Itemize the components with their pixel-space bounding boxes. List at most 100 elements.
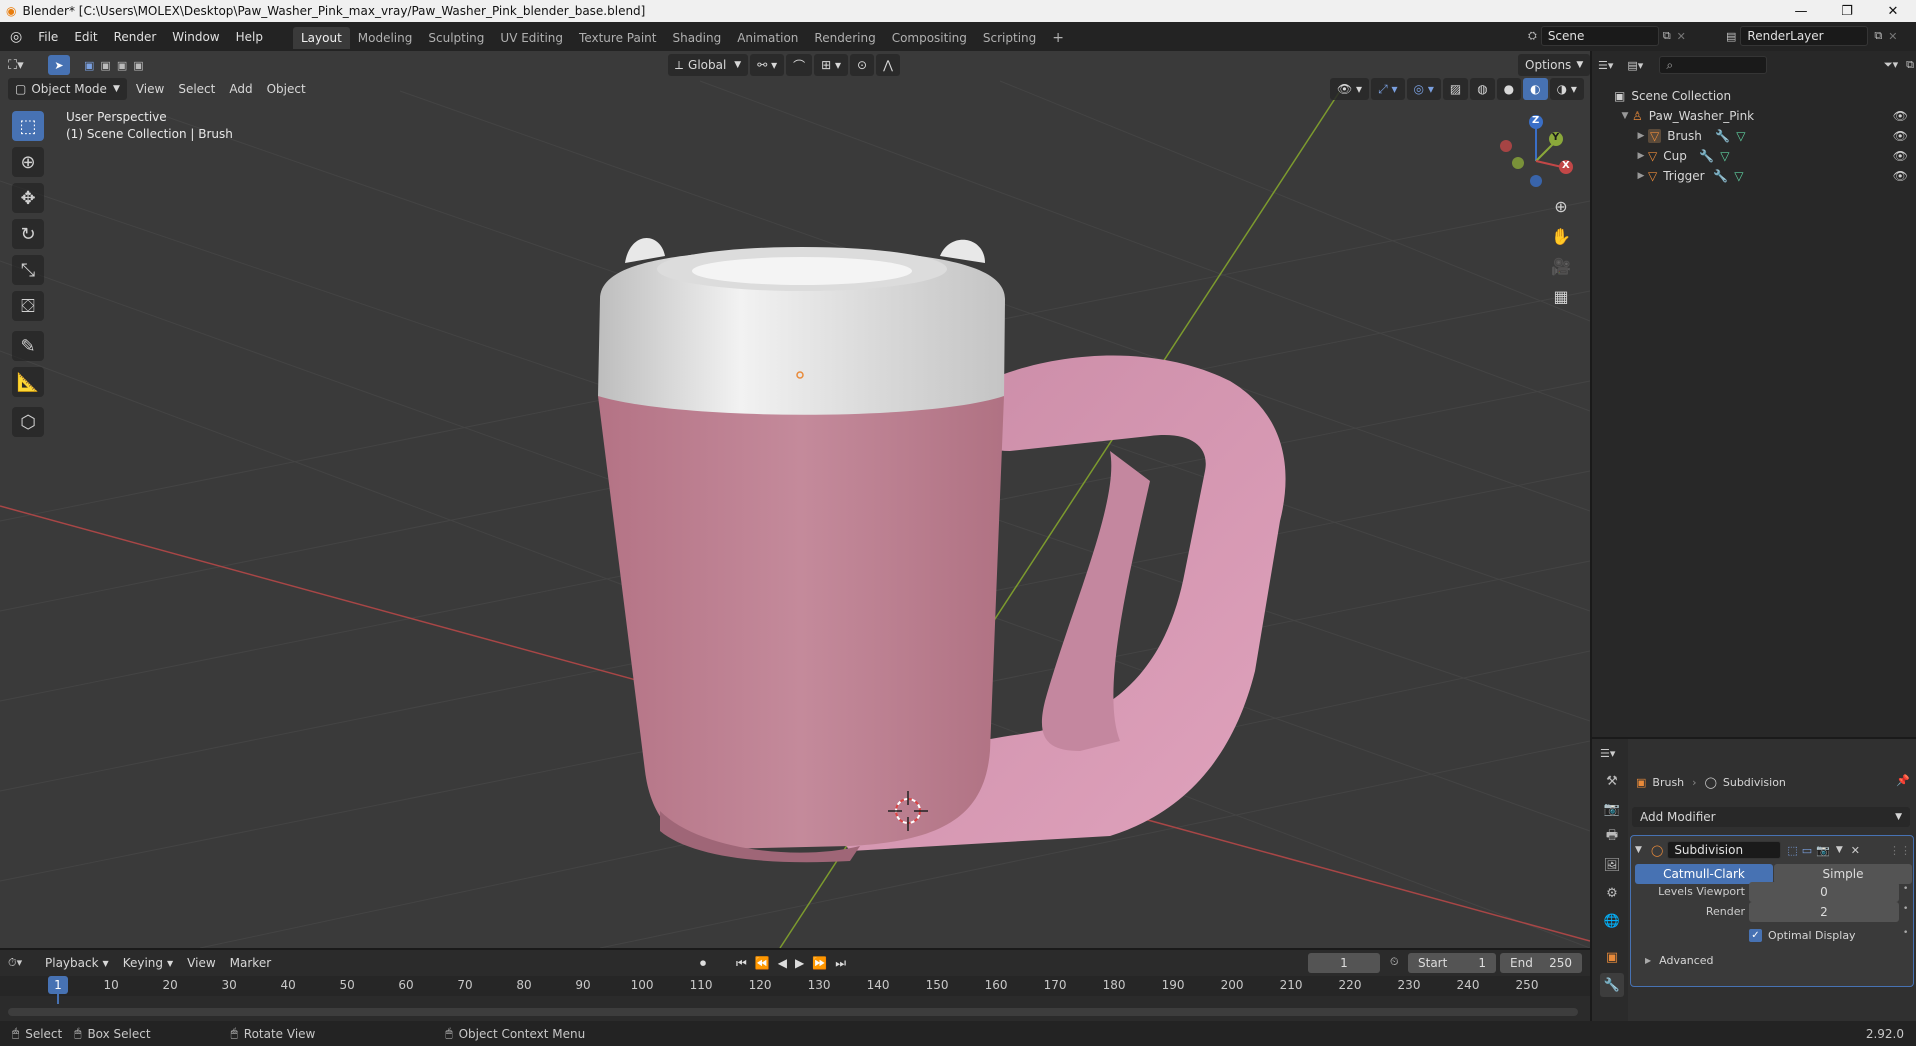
overlay-toggle-icon[interactable]: ◎ ▾ [1406,78,1441,100]
expand-down-icon[interactable]: ▼ [1618,111,1632,121]
delete-scene-icon[interactable]: ✕ [1677,30,1686,43]
zoom-icon[interactable]: ⊕ [1548,193,1574,219]
tab-rendering[interactable]: Rendering [806,27,883,49]
edit-mode-toggle-icon[interactable]: ⬚ [1787,844,1797,857]
visibility-eye-icon[interactable]: 👁 [1893,109,1908,123]
catmull-clark-button[interactable]: Catmull-Clark [1635,864,1773,884]
current-frame-field[interactable]: 1 [1308,953,1380,973]
visibility-icon[interactable]: 👁 ▾ [1330,78,1370,100]
render-tab-icon[interactable]: 📷 [1600,797,1624,821]
outliner-collection-row[interactable]: ▼ ♙ Paw_Washer_Pink 👁 [1592,106,1916,126]
modifier-options-icon[interactable]: ▼ [1836,845,1843,855]
drag-handle-icon[interactable]: ⋮⋮ [1889,844,1911,857]
blender-menu-icon[interactable]: ◎ [0,29,30,45]
renderlayer-icon[interactable]: ▤ [1726,30,1736,43]
keyframe-dot-icon[interactable]: • [1903,884,1908,894]
new-renderlayer-icon[interactable]: ⧉ [1874,29,1882,43]
shading-wireframe-icon[interactable]: ◍ [1470,78,1495,100]
snap-toggle[interactable]: ⌒ [786,54,813,76]
optimal-display-checkbox-row[interactable]: ✓ Optimal Display [1749,926,1856,944]
tool-move[interactable]: ✥ [12,183,44,213]
end-frame-field[interactable]: End 250 [1500,953,1582,973]
viewport-menu-view[interactable]: View [129,78,171,100]
tab-animation[interactable]: Animation [729,27,806,49]
jump-keyframe-forward-icon[interactable]: ⏩ [812,956,827,970]
optimal-display-checkbox[interactable]: ✓ [1749,928,1762,942]
outliner-scene-collection[interactable]: ▣ Scene Collection [1592,86,1916,106]
tab-sculpting[interactable]: Sculpting [420,27,492,49]
shading-material-icon[interactable]: ◐ [1523,78,1548,100]
output-tab-icon[interactable]: 🖶 [1600,825,1624,849]
viewport-menu-object[interactable]: Object [260,78,313,100]
timeline-menu-playback[interactable]: Playback ▼ [38,952,116,974]
menu-window[interactable]: Window [164,22,227,51]
shading-solid-icon[interactable]: ● [1496,78,1522,100]
scene-name-field[interactable]: Scene [1540,26,1659,46]
play-reverse-icon[interactable]: ◀ [778,956,787,970]
render-levels-field[interactable]: 2 [1749,902,1899,922]
select-mode-subtract-icon[interactable]: ▣ [117,59,127,72]
expand-right-icon[interactable]: ▶ [1634,171,1648,181]
expand-right-icon[interactable]: ▶ [1634,151,1648,161]
pan-hand-icon[interactable]: ✋ [1548,223,1574,249]
tool-add-cube[interactable]: ⬡ [12,407,44,437]
visibility-eye-icon[interactable]: 👁 [1893,129,1908,143]
timeline-menu-view[interactable]: View [180,952,222,974]
tab-shading[interactable]: Shading [664,27,729,49]
xray-toggle-icon[interactable]: ▨ [1442,78,1469,100]
gizmo-x-label[interactable]: X [1562,160,1570,171]
viewport-menu-add[interactable]: Add [222,78,259,100]
restore-button[interactable]: ❐ [1824,0,1870,22]
shading-rendered-icon[interactable]: ◑ ▾ [1549,78,1584,100]
snap-target-dropdown[interactable]: ⊞ ▾ [814,54,849,76]
transform-orientation-dropdown[interactable]: ⟂ Global ▼ [668,54,749,76]
display-mode-icon[interactable]: ▤▾ [1627,59,1643,72]
menu-file[interactable]: File [30,22,66,51]
new-collection-icon[interactable]: ⧉ [1906,58,1914,72]
visibility-eye-icon[interactable]: 👁 [1893,169,1908,183]
remove-modifier-icon[interactable]: ✕ [1851,844,1860,857]
pin-icon[interactable]: 📌 [1896,774,1910,787]
tab-compositing[interactable]: Compositing [884,27,975,49]
select-mode-extend-icon[interactable]: ▣ [100,59,110,72]
expand-right-icon[interactable]: ▶ [1634,131,1648,141]
camera-view-icon[interactable]: 🎥 [1548,253,1574,279]
menu-help[interactable]: Help [228,22,271,51]
properties-editor-type-icon[interactable]: ☰▾ [1600,747,1615,760]
tool-annotate[interactable]: ✎ [12,331,44,361]
modifier-tab-icon[interactable]: 🔧 [1600,973,1624,997]
start-frame-field[interactable]: Start 1 [1408,953,1496,973]
viewport-canvas[interactable] [0,51,1590,948]
preview-range-icon[interactable]: ⏲ [1390,955,1399,969]
ortho-toggle-icon[interactable]: ▦ [1548,283,1574,309]
gizmo-toggle-icon[interactable]: ⤢ ▾ [1371,78,1405,100]
close-window-button[interactable]: ✕ [1870,0,1916,22]
scene-icon[interactable]: ⛭ [1528,29,1537,43]
timeline-editor-type-icon[interactable]: ⏱▾ [8,956,38,970]
tool-select-box[interactable]: ⬚ [12,111,44,141]
jump-keyframe-back-icon[interactable]: ⏪ [755,956,770,970]
jump-start-icon[interactable]: ⏮ [736,956,747,971]
timeline-scrollbar[interactable] [8,1008,1578,1016]
gizmo-z-label[interactable]: Z [1532,115,1539,126]
view-layer-tab-icon[interactable]: 🖼 [1600,853,1624,877]
tab-layout[interactable]: Layout [292,27,350,49]
world-tab-icon[interactable]: 🌐 [1600,909,1624,933]
tool-scale[interactable]: ⤡ [12,255,44,285]
keyframe-dot-icon[interactable]: • [1903,928,1908,938]
visibility-eye-icon[interactable]: 👁 [1893,149,1908,163]
outliner-object-trigger[interactable]: ▶ ▽ Trigger 🔧 ▽ 👁 [1592,166,1916,186]
menu-render[interactable]: Render [106,22,165,51]
tool-cursor[interactable]: ⊕ [12,147,44,177]
add-modifier-dropdown[interactable]: Add Modifier ▼ [1632,807,1910,827]
outliner-object-brush[interactable]: ▶ ▽ Brush 🔧 ▽ 👁 [1592,126,1916,146]
tab-uv-editing[interactable]: UV Editing [492,27,571,49]
select-mode-new-icon[interactable]: ▣ [84,59,94,72]
minimize-button[interactable]: — [1778,0,1824,22]
outliner-object-cup[interactable]: ▶ ▽ Cup 🔧 ▽ 👁 [1592,146,1916,166]
viewport-toggle-icon[interactable]: ▭ [1802,844,1812,857]
delete-renderlayer-icon[interactable]: ✕ [1888,30,1897,43]
advanced-subpanel-toggle[interactable]: ▶ Advanced [1645,951,1714,969]
3d-viewport[interactable]: Z Y X ⛶▾ ➤ ▣ ▣ ▣ ▣ ⟂ Global ▼ ⚯ ▾ ⌒ ⊞ ▾ … [0,51,1590,948]
filter-icon[interactable]: ⏷▾ [1884,58,1898,72]
